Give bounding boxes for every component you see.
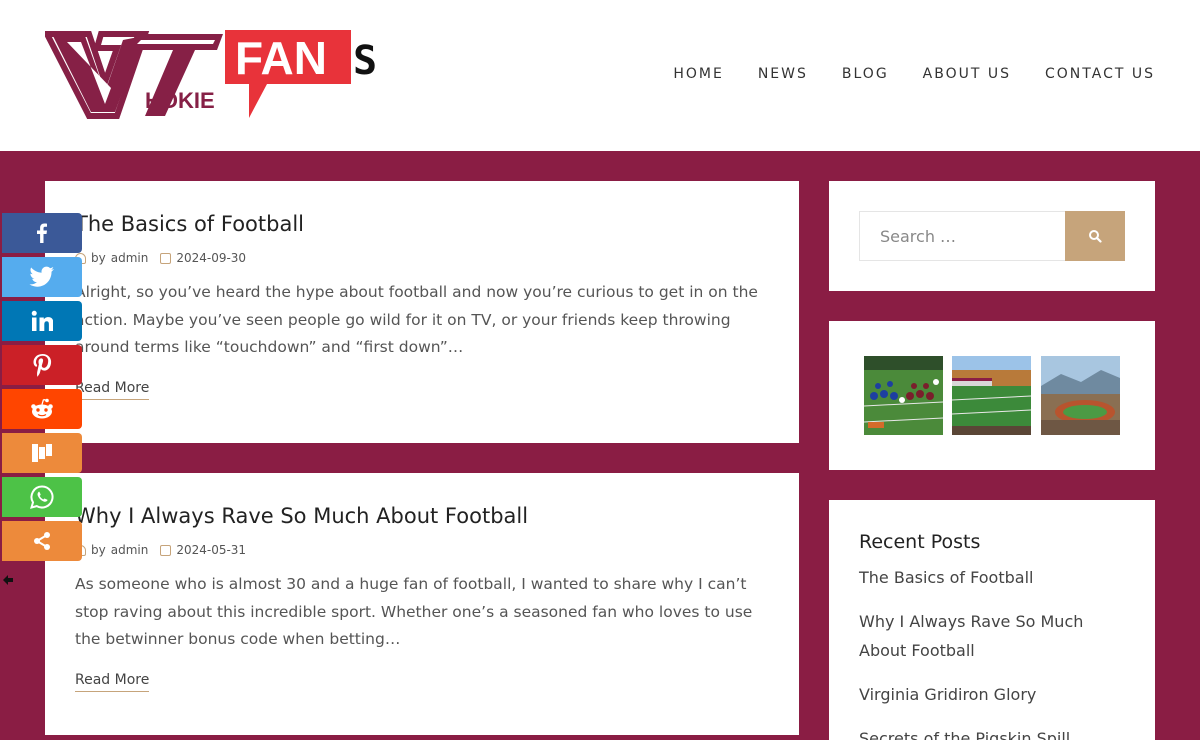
main-nav: HOME NEWS BLOG ABOUT US CONTACT US — [673, 66, 1155, 82]
recent-post-link[interactable]: The Basics of Football — [859, 563, 1125, 592]
date-link[interactable]: 2024-05-31 — [176, 543, 246, 557]
search-button[interactable] — [1065, 211, 1125, 261]
nav-news[interactable]: NEWS — [758, 66, 808, 82]
author-link[interactable]: admin — [111, 251, 149, 265]
mix-icon — [32, 444, 52, 462]
post-author: by admin — [75, 543, 148, 557]
twitter-icon — [29, 266, 54, 287]
nav-blog[interactable]: BLOG — [842, 66, 889, 82]
site-header: FAN HOKIE S HOME NEWS BLOG ABOUT US CONT… — [0, 0, 1200, 151]
linkedin-share-button[interactable] — [2, 301, 82, 341]
gallery-image-stadium[interactable] — [952, 356, 1031, 435]
logo-hokie-text: HOKIE — [145, 88, 215, 113]
gallery-image-football-game[interactable] — [864, 356, 943, 435]
logo-fan-text: FAN — [235, 32, 327, 84]
search-widget — [829, 181, 1155, 291]
hide-share-bar-icon[interactable] — [2, 573, 14, 587]
calendar-icon — [160, 544, 172, 556]
post-card: The Basics of Football by admin 2024-09-… — [45, 181, 799, 443]
pinterest-icon — [33, 354, 52, 377]
search-input[interactable] — [859, 211, 1065, 261]
recent-post-link[interactable]: Virginia Gridiron Glory — [859, 680, 1125, 709]
site-logo[interactable]: FAN HOKIE S — [45, 26, 385, 122]
nav-home[interactable]: HOME — [673, 66, 723, 82]
whatsapp-share-button[interactable] — [2, 477, 82, 517]
search-icon — [1089, 230, 1102, 243]
whatsapp-icon — [30, 485, 54, 509]
recent-posts-title: Recent Posts — [859, 531, 981, 553]
read-more-link[interactable]: Read More — [75, 380, 150, 400]
post-date: 2024-09-30 — [160, 251, 246, 265]
post-excerpt: As someone who is almost 30 and a huge f… — [75, 575, 753, 648]
post-excerpt: Alright, so you’ve heard the hype about … — [75, 283, 758, 356]
logo-s-text: S — [353, 38, 377, 84]
gallery-image-stadium-aerial[interactable] — [1041, 356, 1120, 435]
facebook-share-button[interactable] — [2, 213, 82, 253]
post-date: 2024-05-31 — [160, 543, 246, 557]
post-meta: by admin 2024-09-30 — [75, 251, 769, 265]
recent-post-link[interactable]: Secrets of the Pigskin Spill — [859, 724, 1125, 740]
share-icon — [34, 532, 50, 550]
post-card: Why I Always Rave So Much About Football… — [45, 473, 799, 735]
post-author: by admin — [75, 251, 148, 265]
twitter-share-button[interactable] — [2, 257, 82, 297]
recent-posts-list: The Basics of Football Why I Always Rave… — [859, 563, 1125, 740]
post-title[interactable]: The Basics of Football — [75, 211, 769, 237]
calendar-icon — [160, 252, 172, 264]
read-more-link[interactable]: Read More — [75, 672, 150, 692]
reddit-icon — [31, 398, 53, 419]
nav-about-us[interactable]: ABOUT US — [923, 66, 1011, 82]
author-prefix: by — [91, 543, 106, 557]
linkedin-icon — [31, 310, 53, 331]
nav-contact-us[interactable]: CONTACT US — [1045, 66, 1155, 82]
more-share-button[interactable] — [2, 521, 82, 561]
author-prefix: by — [91, 251, 106, 265]
social-share-bar — [2, 213, 82, 565]
post-title[interactable]: Why I Always Rave So Much About Football — [75, 503, 769, 529]
gallery-widget — [829, 321, 1155, 470]
author-link[interactable]: admin — [111, 543, 149, 557]
facebook-icon — [37, 223, 47, 243]
recent-posts-widget: Recent Posts The Basics of Football Why … — [829, 500, 1155, 740]
date-link[interactable]: 2024-09-30 — [176, 251, 246, 265]
recent-post-link[interactable]: Why I Always Rave So Much About Football — [859, 607, 1125, 665]
pinterest-share-button[interactable] — [2, 345, 82, 385]
mix-share-button[interactable] — [2, 433, 82, 473]
reddit-share-button[interactable] — [2, 389, 82, 429]
post-meta: by admin 2024-05-31 — [75, 543, 769, 557]
